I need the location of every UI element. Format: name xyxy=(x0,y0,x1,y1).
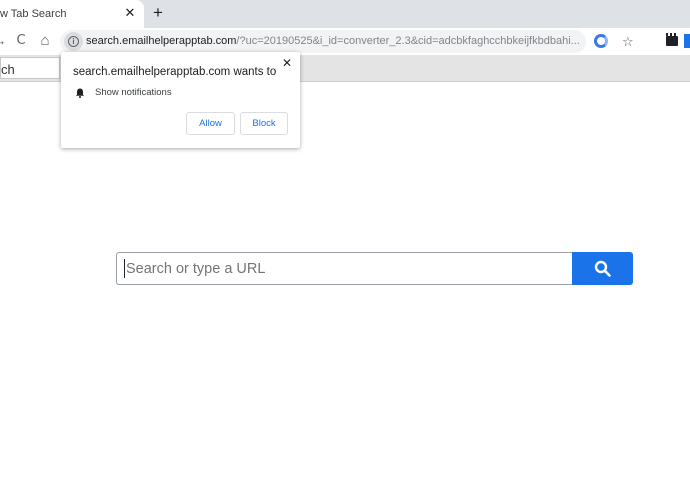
new-tab-icon[interactable]: + xyxy=(150,4,166,21)
search-input[interactable] xyxy=(116,252,573,285)
header-search-input[interactable]: ch xyxy=(0,57,60,79)
popup-title: search.emailhelperapptab.com wants to xyxy=(73,66,277,78)
url-text[interactable]: search.emailhelperapptab.com/?uc=2019052… xyxy=(86,35,580,47)
active-tab[interactable]: w Tab Search ✕ xyxy=(0,0,144,28)
notification-permission-popup: ✕ search.emailhelperapptab.com wants to … xyxy=(61,52,300,148)
magnifier-icon xyxy=(594,260,611,277)
extension-icon[interactable] xyxy=(594,34,608,48)
clapper-icon[interactable] xyxy=(666,33,678,46)
tab-title: w Tab Search xyxy=(0,8,67,20)
close-icon[interactable]: ✕ xyxy=(124,6,136,20)
close-icon[interactable]: ✕ xyxy=(280,56,294,70)
text-caret xyxy=(124,259,125,278)
address-bar[interactable]: i search.emailhelperapptab.com/?uc=20190… xyxy=(60,30,634,53)
allow-button[interactable]: Allow xyxy=(186,112,235,135)
permission-text: Show notifications xyxy=(95,87,172,98)
url-path: /?uc=20190525&i_id=converter_2.3&cid=adc… xyxy=(236,35,580,47)
header-search-text: ch xyxy=(1,62,15,77)
reload-icon[interactable]: C xyxy=(13,33,29,49)
search-button[interactable] xyxy=(572,252,633,285)
main-search xyxy=(116,252,633,285)
bell-icon xyxy=(76,88,84,98)
block-button[interactable]: Block xyxy=(240,112,288,135)
forward-icon[interactable]: → xyxy=(0,33,8,49)
extension-puzzle-icon[interactable] xyxy=(684,34,690,48)
home-icon[interactable]: ⌂ xyxy=(37,33,53,49)
info-icon[interactable]: i xyxy=(64,32,83,51)
star-icon[interactable]: ☆ xyxy=(622,35,636,49)
tab-strip: w Tab Search ✕ + xyxy=(0,0,690,28)
url-host: search.emailhelperapptab.com xyxy=(86,35,237,47)
browser-toolbar: → C ⌂ i search.emailhelperapptab.com/?uc… xyxy=(0,28,690,55)
